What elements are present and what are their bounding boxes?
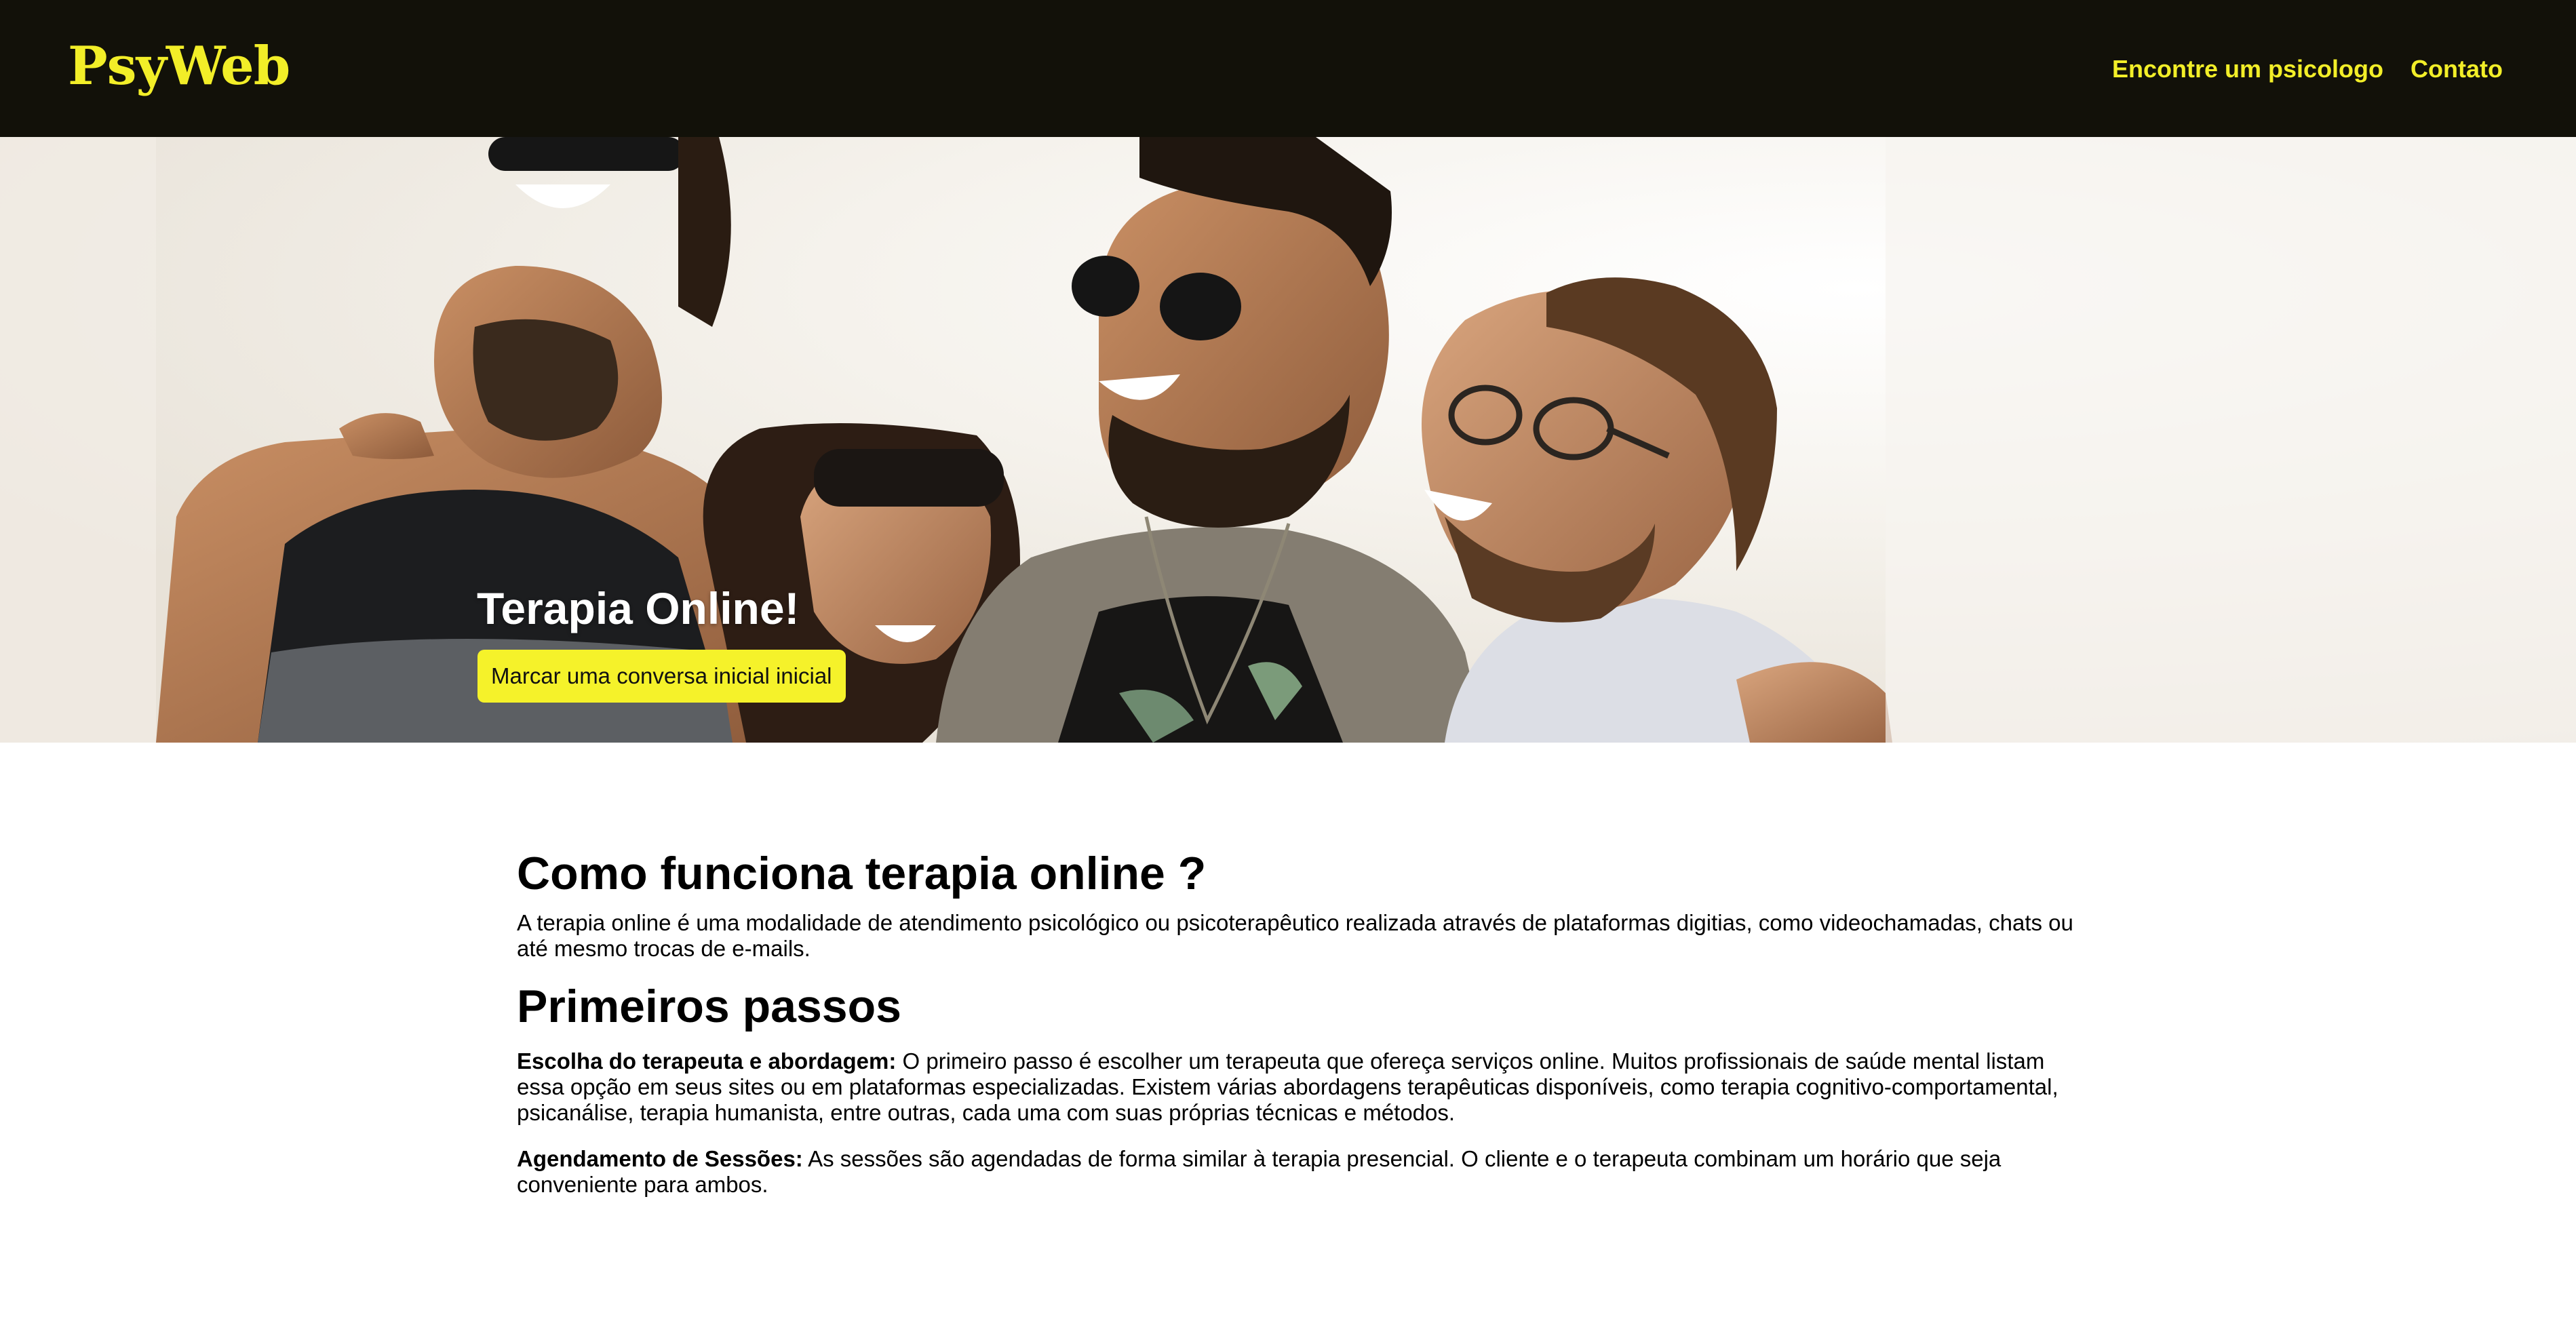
- hero-photo: [0, 137, 2576, 743]
- step-label: Agendamento de Sessões:: [517, 1146, 803, 1171]
- step-item: Agendamento de Sessões: As sessões são a…: [517, 1146, 2077, 1198]
- step-item: Escolha do terapeuta e abordagem: O prim…: [517, 1048, 2077, 1126]
- step-label: Escolha do terapeuta e abordagem:: [517, 1048, 897, 1074]
- main-content: Como funciona terapia online ? A terapia…: [517, 841, 2077, 1198]
- top-navbar: PsyWeb Encontre um psicologo Contato: [0, 0, 2576, 137]
- schedule-conversation-button[interactable]: Marcar uma conversa inicial inicial: [477, 650, 846, 703]
- section-heading-how-it-works: Como funciona terapia online ?: [517, 848, 1207, 899]
- hero-banner: Terapia Online! Marcar uma conversa inic…: [0, 137, 2576, 743]
- section-heading-first-steps: Primeiros passos: [517, 981, 901, 1032]
- nav-link-find-psychologist[interactable]: Encontre um psicologo: [2112, 47, 2383, 91]
- site-logo[interactable]: PsyWeb: [68, 33, 290, 100]
- hero-title: Terapia Online!: [477, 583, 800, 633]
- section-text-how-it-works: A terapia online é uma modalidade de ate…: [517, 910, 2073, 961]
- main-nav: Encontre um psicologo Contato: [2112, 47, 2503, 91]
- nav-link-contact[interactable]: Contato: [2411, 47, 2503, 91]
